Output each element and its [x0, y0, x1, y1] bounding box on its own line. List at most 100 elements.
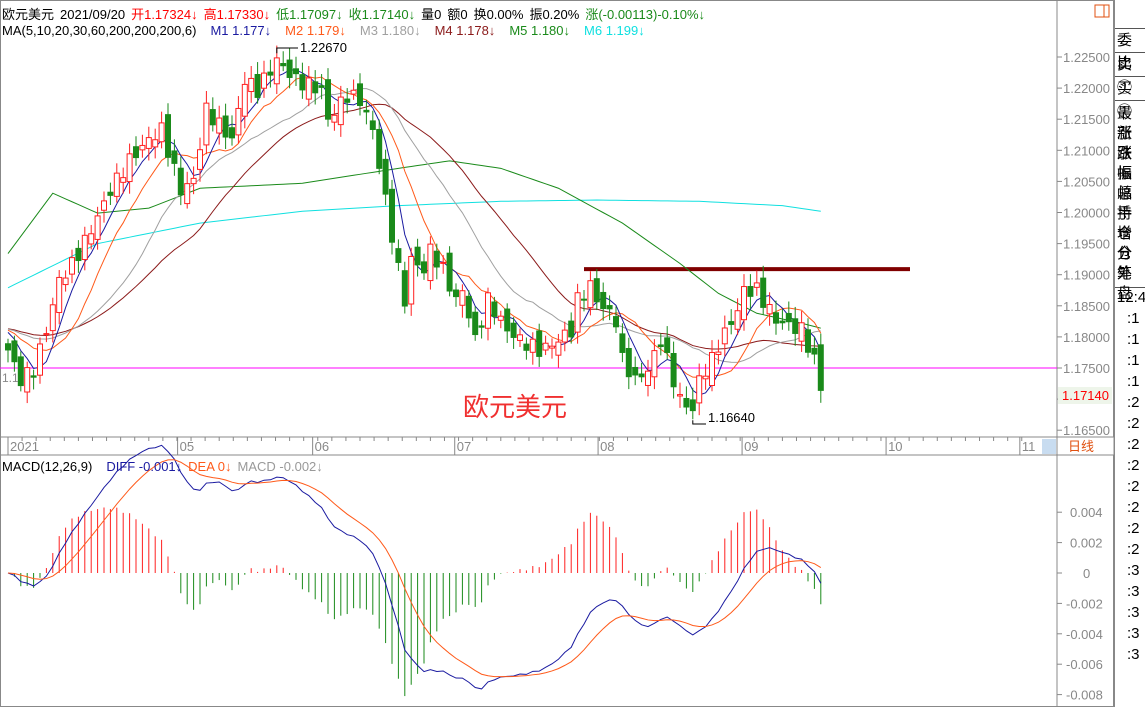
candle-down [581, 298, 587, 301]
close-price: 收1.17140↓ [348, 7, 416, 22]
side-panel-item: :2 [1127, 541, 1140, 558]
candle-down [728, 321, 735, 325]
candle-up [261, 72, 267, 89]
high-label: 1.22670 [300, 40, 347, 55]
candle-up [37, 343, 43, 376]
ma-legend-m2: M2 1.179↓ [285, 23, 346, 38]
price-tick-label: 1.17500 [1063, 361, 1110, 376]
side-panel-item: :1 [1127, 310, 1140, 327]
candle-up [88, 233, 95, 245]
candle-up [126, 153, 133, 183]
candle-up [113, 172, 120, 197]
candle-down [504, 308, 511, 332]
high-marker [276, 47, 298, 54]
candle-up [408, 255, 415, 305]
candle-down [619, 333, 626, 353]
candle-up [145, 137, 152, 149]
ma200-line [7, 199, 821, 289]
candle-up [241, 83, 248, 117]
candle-up [766, 304, 773, 315]
side-panel-item: :3 [1127, 604, 1140, 621]
candle-down [760, 277, 767, 308]
candle-up [542, 342, 549, 351]
candle-up [715, 351, 722, 355]
ma-name: M3 [359, 23, 382, 38]
kline-chart[interactable]: 日线 1.22500 1.22000 1.21500 1.21000 1.20500 1.2… [0, 0, 1114, 707]
macd-tick-label: -0.008 [1066, 688, 1103, 703]
candle-up [158, 122, 165, 143]
low-marker [692, 420, 706, 425]
candle-up [427, 243, 434, 282]
side-panel-item: :2 [1127, 478, 1140, 495]
side-panel-item: :2 [1127, 520, 1140, 537]
candle-up [235, 107, 242, 136]
candle-up [49, 304, 56, 332]
ma-value: 1.199↓ [605, 23, 645, 38]
price-tick-label: 1.20500 [1063, 174, 1110, 189]
time-tick-label: 07 [457, 439, 471, 454]
candle-down [395, 248, 402, 263]
candle-down [165, 114, 171, 158]
side-panel-field: 持仓 [1117, 205, 1133, 242]
scroll-thumb [1042, 439, 1056, 454]
candle-down [657, 344, 664, 348]
side-panel-field: 涨幅 [1117, 145, 1133, 182]
candle-up [62, 277, 69, 286]
candle-down [280, 63, 287, 67]
low-label: 1.16640 [708, 410, 755, 425]
candle-down [664, 337, 671, 353]
period-label[interactable]: 日线 [1068, 439, 1094, 454]
candle-down [171, 150, 178, 164]
candle-down [318, 85, 325, 88]
candle-down [747, 286, 754, 297]
ma-value: 1.180↓ [530, 23, 571, 38]
candle-down [363, 109, 370, 113]
candle-up [459, 290, 466, 306]
candle-up [139, 144, 146, 151]
time-tick-label: 05 [180, 439, 194, 454]
high-price: 高1.17330↓ [203, 7, 271, 22]
candle-down [107, 191, 114, 196]
macd-header: MACD(12,26,9) DIFF -0.001↓ DEA 0↓ MACD -0.0… [2, 459, 323, 474]
time-tick-label: 10 [888, 439, 902, 454]
candle-up [529, 338, 536, 353]
candle-down [478, 325, 485, 328]
candle-down [632, 366, 639, 376]
candle-down [773, 312, 779, 324]
candle-down [510, 322, 517, 338]
price-tick-label: 1.18500 [1063, 299, 1110, 314]
time-tick-label: 11 [1022, 439, 1036, 454]
candle-down [177, 167, 184, 196]
price-tick-label: 1.19500 [1063, 237, 1110, 252]
price-tick-label: 1.19000 [1063, 268, 1110, 283]
candle-down [209, 109, 216, 126]
candle-down [414, 246, 421, 266]
ma-name: M6 [584, 23, 606, 38]
candle-down [453, 289, 459, 298]
symbol-name: 欧元美元 [2, 7, 55, 22]
side-panel-item: :3 [1127, 646, 1140, 663]
side-panel-item: :3 [1127, 583, 1140, 600]
change: 涨(-0.00113)-0.10%↓ [585, 7, 706, 22]
candle-up [350, 89, 357, 95]
ma10-line [7, 76, 822, 378]
time-tick-label: 2021 [10, 439, 39, 454]
volume: 量0 [421, 7, 442, 22]
price-tick-label: 1.16500 [1063, 423, 1110, 438]
time-tick-label: 08 [600, 439, 614, 454]
candle-down [491, 301, 498, 317]
candle-down [254, 74, 261, 98]
candle-down [670, 353, 677, 388]
candle-up [702, 375, 709, 380]
candle-up [43, 333, 50, 336]
side-panel-item: :1 [1127, 373, 1140, 390]
ma-value: 1.178↓ [456, 23, 496, 38]
candle-up [517, 334, 523, 341]
ma30-line [7, 103, 821, 350]
candle-down [689, 399, 696, 412]
side-panel-item: :2 [1127, 415, 1140, 432]
candle-down [472, 311, 479, 336]
candle-up [709, 352, 715, 387]
candle-down [805, 329, 811, 353]
macd-diff: DIFF -0.001↓ [106, 459, 183, 474]
